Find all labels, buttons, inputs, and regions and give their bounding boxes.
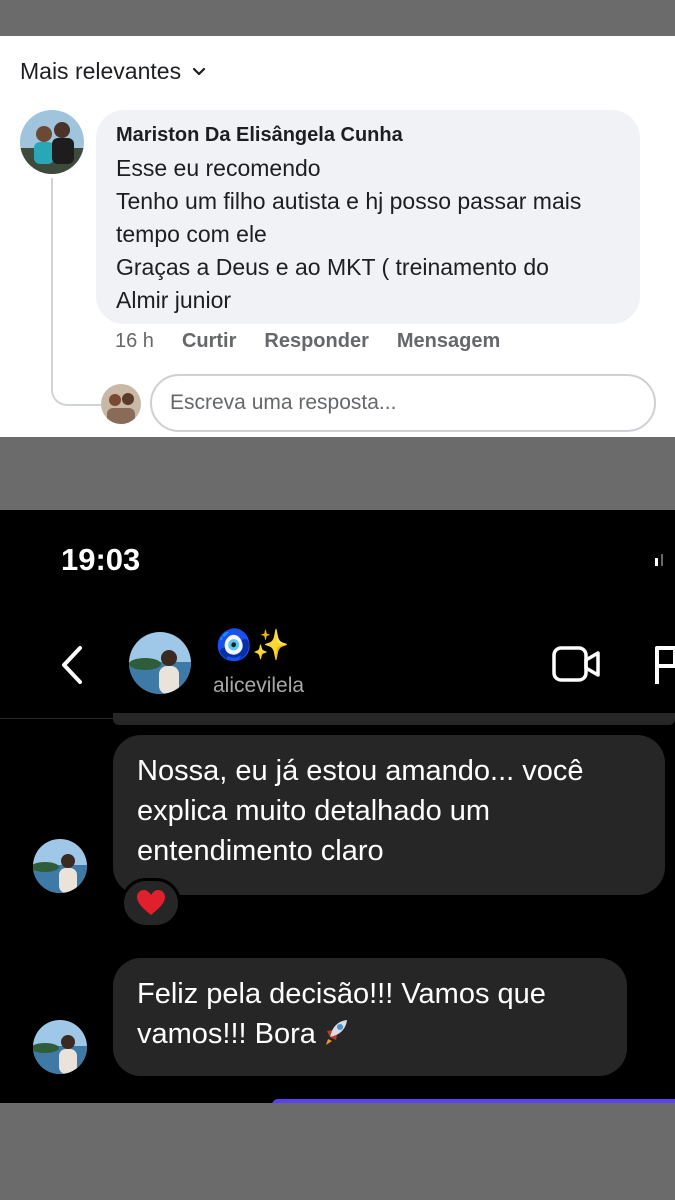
message-bubble[interactable]: Nossa, eu já estou amando... você explic… <box>113 735 665 895</box>
reply-input[interactable] <box>150 374 656 432</box>
message-bubble[interactable]: Feliz pela decisão!!! Vamos que vamos!!!… <box>113 958 627 1076</box>
bottom-frame <box>0 1103 675 1200</box>
sort-dropdown[interactable]: Mais relevantes <box>20 58 207 85</box>
message-avatar[interactable] <box>33 839 87 893</box>
video-call-icon[interactable] <box>552 644 602 684</box>
message-text-line: entendimento claro <box>137 835 384 867</box>
sort-label: Mais relevantes <box>20 58 182 84</box>
message-text-line: vamos!!! Bora <box>137 1014 603 1054</box>
facebook-comment-panel: Mais relevantes Mariston Da Elisângela C… <box>0 36 675 437</box>
message-avatar[interactable] <box>33 1020 87 1074</box>
info-flag-icon[interactable] <box>650 642 675 688</box>
comment-actions: 16 h Curtir Responder Mensagem <box>115 330 500 353</box>
comment-text-line: Graças a Deus e ao MKT ( treinamento do <box>116 254 549 280</box>
heart-reaction-badge[interactable] <box>121 878 181 928</box>
signal-icon <box>655 554 663 566</box>
comment-text-line: Esse eu recomendo <box>116 155 321 181</box>
commenter-avatar[interactable] <box>20 110 84 174</box>
comment-text-line: Almir junior <box>116 287 232 313</box>
comment-author[interactable]: Mariston Da Elisângela Cunha <box>116 124 620 147</box>
instagram-dm-panel: 19:03 🧿✨ alicevilela Nossa, eu já estou … <box>0 510 675 1103</box>
thread-connector <box>51 178 101 406</box>
back-arrow-icon[interactable] <box>56 642 90 688</box>
message-button[interactable]: Mensagem <box>397 330 500 353</box>
heart-icon <box>137 890 165 915</box>
comment-text-line: Tenho um filho autista e hj posso passar… <box>116 188 582 214</box>
contact-avatar[interactable] <box>129 632 191 694</box>
message-text-line: Nossa, eu já estou amando... você <box>137 755 584 787</box>
message-text: vamos!!! Bora <box>137 1018 316 1050</box>
current-user-avatar <box>101 384 141 424</box>
contact-username[interactable]: alicevilela <box>213 674 304 698</box>
comment-timestamp[interactable]: 16 h <box>115 330 154 353</box>
like-button[interactable]: Curtir <box>182 330 236 353</box>
reply-button[interactable]: Responder <box>264 330 368 353</box>
message-text-line: explica muito detalhado um <box>137 795 491 827</box>
rocket-icon <box>325 1020 347 1045</box>
status-bar-time: 19:03 <box>61 542 141 577</box>
comment-bubble: Mariston Da Elisângela Cunha Esse eu rec… <box>96 110 640 324</box>
message-text-line: Feliz pela decisão!!! Vamos que <box>137 978 546 1010</box>
previous-message-edge <box>113 713 675 725</box>
contact-display-name[interactable]: 🧿✨ <box>215 628 290 664</box>
chevron-down-icon <box>192 67 206 75</box>
comment-text-line: tempo com ele <box>116 221 267 247</box>
